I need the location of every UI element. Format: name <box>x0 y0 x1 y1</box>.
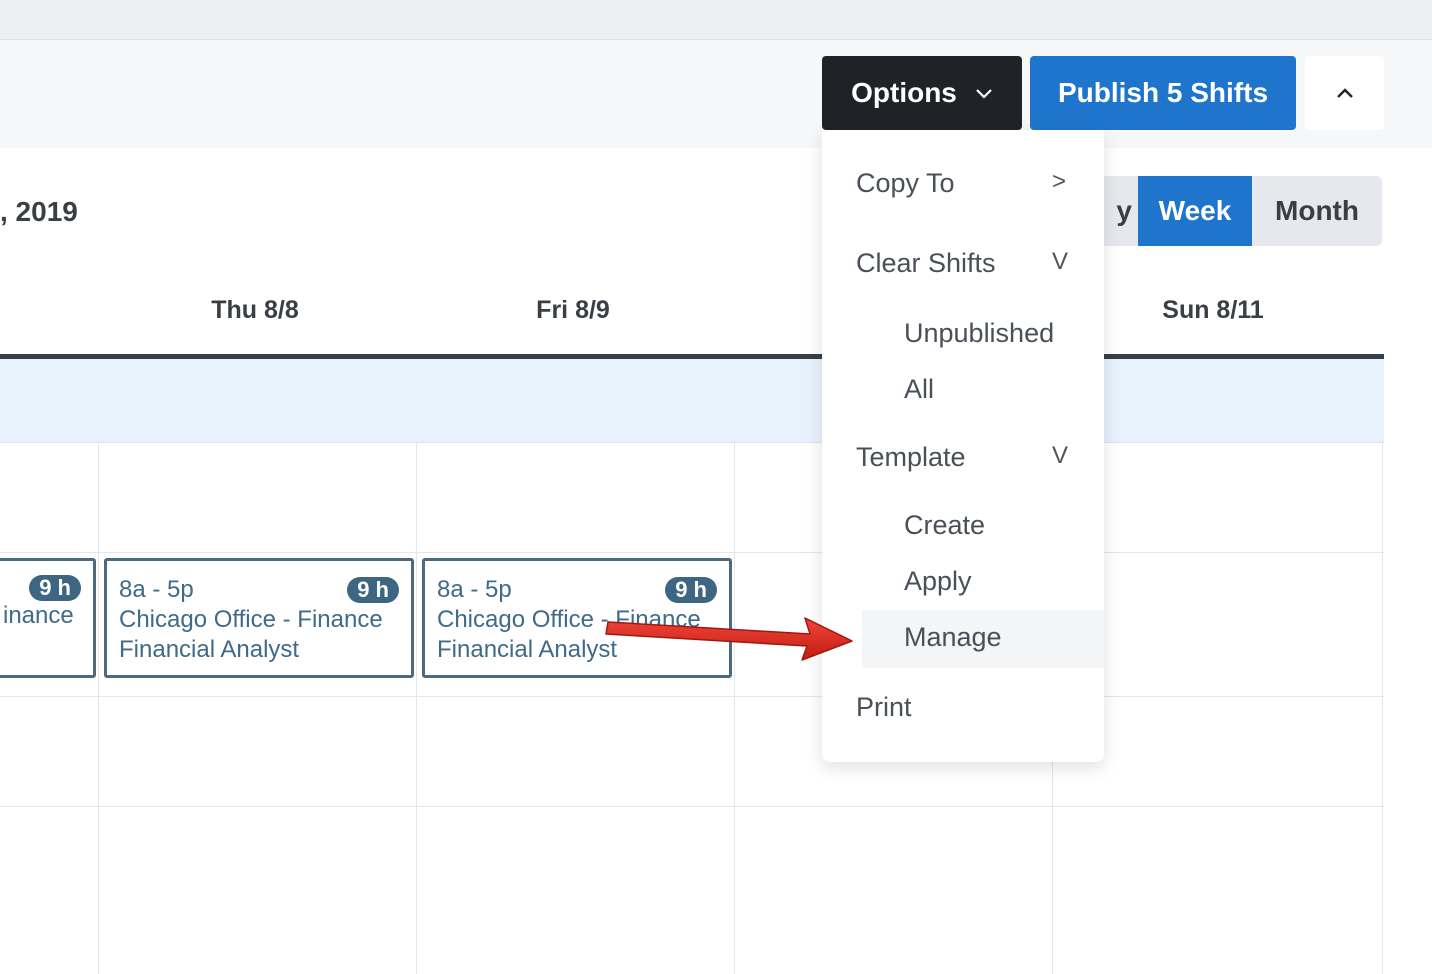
grid-column-divider <box>734 443 735 974</box>
shift-time: 8a - 5p <box>437 576 512 603</box>
shift-location: inance <box>3 602 74 629</box>
shift-card[interactable]: 9 h inance <box>0 558 96 678</box>
view-month-tab[interactable]: Month <box>1252 176 1382 246</box>
view-week-tab[interactable]: Week <box>1138 176 1252 246</box>
view-toggle: y Week Month <box>1100 176 1382 246</box>
publish-label: Publish 5 Shifts <box>1057 77 1269 108</box>
grid-column-divider <box>416 443 417 974</box>
menu-item-label: Clear Shifts <box>856 248 996 278</box>
options-button[interactable]: Options <box>822 56 1022 130</box>
annotation-arrow-icon <box>605 617 853 661</box>
shift-time: 8a - 5p <box>119 576 194 603</box>
open-shifts-row <box>0 359 1384 443</box>
menu-item-label: Create <box>904 510 986 540</box>
shift-card[interactable]: 8a - 5p 9 h Chicago Office - Finance Fin… <box>104 558 414 678</box>
menu-item-label: Manage <box>904 622 1002 652</box>
browser-top-bar <box>0 0 1432 40</box>
grid-row-divider <box>0 806 1384 807</box>
publish-shifts-button[interactable]: Publish 5 Shifts <box>1030 56 1296 130</box>
shift-hours-badge: 9 h <box>347 577 399 603</box>
menu-item-label: Print <box>856 692 912 722</box>
menu-item-label: Unpublished <box>904 318 1055 348</box>
date-range-title: , 2019 <box>0 196 78 227</box>
menu-item-label: All <box>904 374 935 404</box>
menu-item-label: Template <box>856 442 966 472</box>
shift-hours-badge: 9 h <box>29 575 81 601</box>
shift-role: Financial Analyst <box>119 636 300 663</box>
menu-item-label: Copy To <box>856 168 955 198</box>
view-day-tab[interactable]: y <box>1100 176 1138 246</box>
grid-row-divider <box>0 696 1384 697</box>
grid-row-divider <box>0 552 1384 553</box>
grid-column-divider <box>1382 443 1383 974</box>
chevron-down-icon <box>976 89 992 99</box>
collapse-button[interactable] <box>1305 56 1384 130</box>
day-header-thu: Thu 8/8 <box>211 296 299 324</box>
grid-column-divider <box>98 443 99 974</box>
chevron-right-icon: > <box>1052 168 1067 195</box>
day-header-fri: Fri 8/9 <box>536 296 610 324</box>
chevron-down-icon: V <box>1052 442 1069 469</box>
shift-location: Chicago Office - Finance <box>119 606 383 633</box>
chevron-up-icon <box>1336 88 1353 98</box>
chevron-down-icon: V <box>1052 248 1069 275</box>
menu-item-label: Apply <box>904 566 972 596</box>
options-label: Options <box>851 77 957 108</box>
